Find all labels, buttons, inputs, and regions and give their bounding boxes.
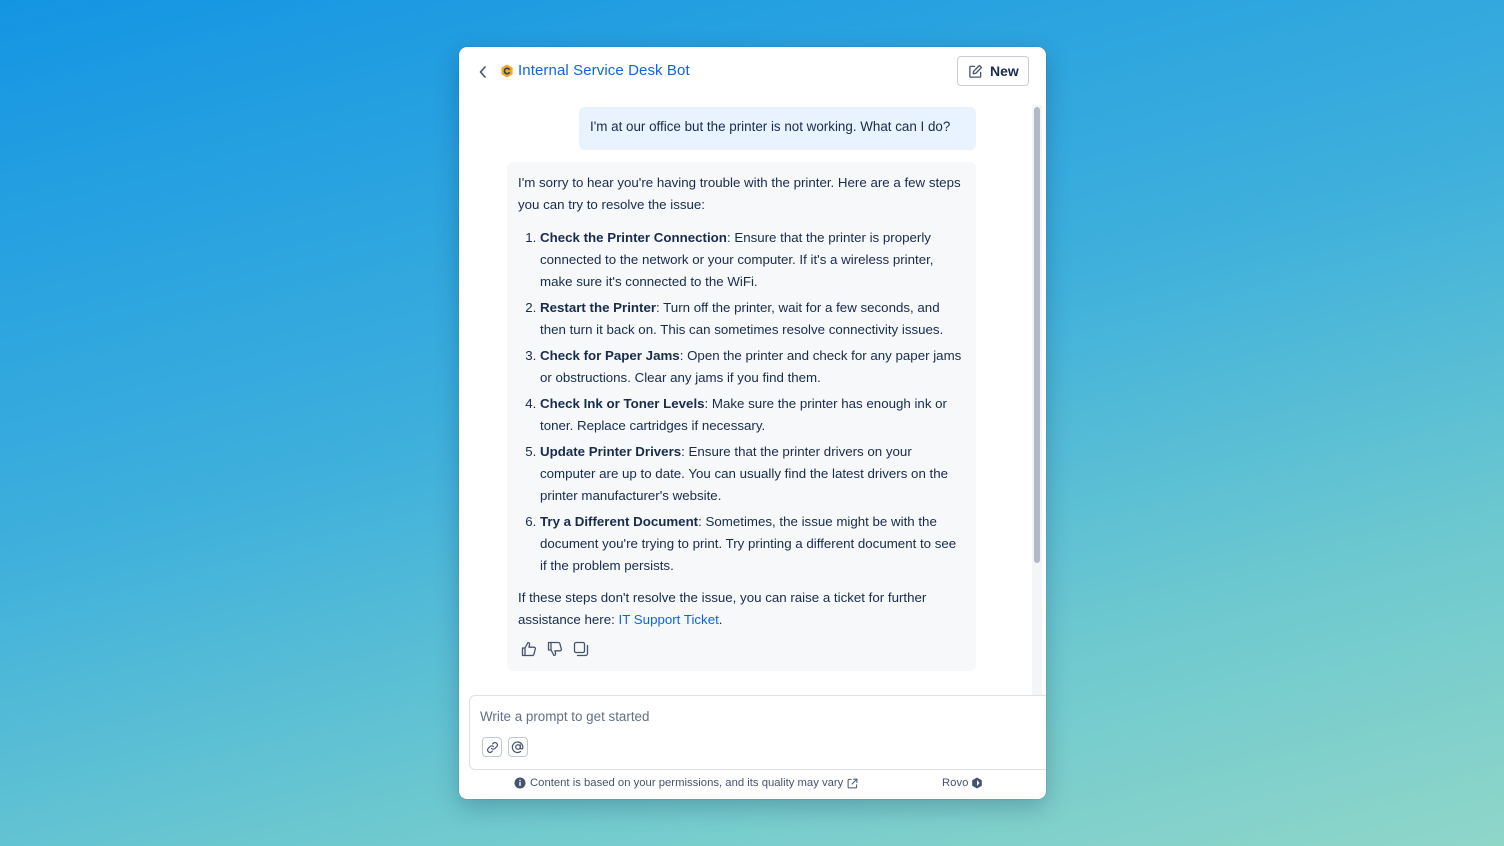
scrollbar-thumb[interactable] bbox=[1034, 107, 1040, 563]
bot-intro: I'm sorry to hear you're having trouble … bbox=[518, 175, 961, 212]
thumbs-down-button[interactable] bbox=[546, 640, 564, 658]
rovo-label: Rovo bbox=[942, 777, 969, 789]
step-title: Try a Different Document bbox=[540, 514, 699, 529]
prompt-composer bbox=[469, 695, 1046, 770]
attach-link-button[interactable] bbox=[482, 737, 502, 757]
step-title: Check the Printer Connection bbox=[540, 230, 727, 245]
thumbs-down-icon bbox=[547, 641, 563, 657]
new-chat-button[interactable]: New bbox=[957, 56, 1029, 86]
prompt-input[interactable] bbox=[480, 706, 1020, 726]
step-title: Check Ink or Toner Levels bbox=[540, 396, 705, 411]
conversation-area[interactable]: I'm at our office but the printer is not… bbox=[459, 105, 1046, 727]
bot-closing: If these steps don't resolve the issue, … bbox=[518, 587, 966, 631]
mention-button[interactable] bbox=[508, 737, 528, 757]
message-actions bbox=[520, 640, 590, 658]
thumbs-up-button[interactable] bbox=[520, 640, 538, 658]
info-icon bbox=[514, 777, 526, 789]
closing-suffix: . bbox=[718, 612, 723, 627]
list-item: Check the Printer Connection: Ensure tha… bbox=[540, 227, 966, 293]
list-item: Check for Paper Jams: Open the printer a… bbox=[540, 345, 966, 389]
external-link-icon bbox=[847, 778, 858, 788]
bot-logo-icon bbox=[501, 64, 513, 78]
disclaimer-text: Content is based on your permissions, an… bbox=[530, 777, 844, 789]
step-title: Check for Paper Jams bbox=[540, 348, 680, 363]
link-icon bbox=[486, 741, 498, 753]
chat-panel: Internal Service Desk Bot New I'm at our… bbox=[459, 47, 1046, 799]
step-title: Restart the Printer bbox=[540, 300, 657, 315]
copy-button[interactable] bbox=[572, 640, 590, 658]
scrollbar[interactable] bbox=[1032, 105, 1042, 727]
list-item: Update Printer Drivers: Ensure that the … bbox=[540, 441, 966, 507]
list-item: Restart the Printer: Turn off the printe… bbox=[540, 297, 966, 341]
new-label: New bbox=[990, 63, 1019, 79]
bot-message: I'm sorry to hear you're having trouble … bbox=[507, 162, 976, 671]
thumbs-up-icon bbox=[521, 641, 537, 657]
chat-header: Internal Service Desk Bot New bbox=[459, 47, 1046, 97]
mention-icon bbox=[511, 741, 524, 754]
permissions-disclaimer[interactable]: Content is based on your permissions, an… bbox=[514, 777, 858, 789]
chevron-left-icon bbox=[479, 66, 486, 78]
footer: Content is based on your permissions, an… bbox=[459, 773, 1046, 795]
steps-list: Check the Printer Connection: Ensure tha… bbox=[518, 227, 966, 577]
back-button[interactable] bbox=[473, 61, 493, 83]
bot-name[interactable]: Internal Service Desk Bot bbox=[518, 62, 690, 79]
rovo-brand: Rovo bbox=[942, 777, 983, 789]
list-item: Check Ink or Toner Levels: Make sure the… bbox=[540, 393, 966, 437]
list-item: Try a Different Document: Sometimes, the… bbox=[540, 511, 966, 577]
copy-icon bbox=[573, 641, 589, 657]
step-title: Update Printer Drivers bbox=[540, 444, 682, 459]
user-message: I'm at our office but the printer is not… bbox=[579, 107, 976, 150]
edit-icon bbox=[969, 64, 983, 78]
rovo-logo-icon bbox=[972, 777, 983, 789]
it-support-ticket-link[interactable]: IT Support Ticket bbox=[619, 612, 719, 627]
